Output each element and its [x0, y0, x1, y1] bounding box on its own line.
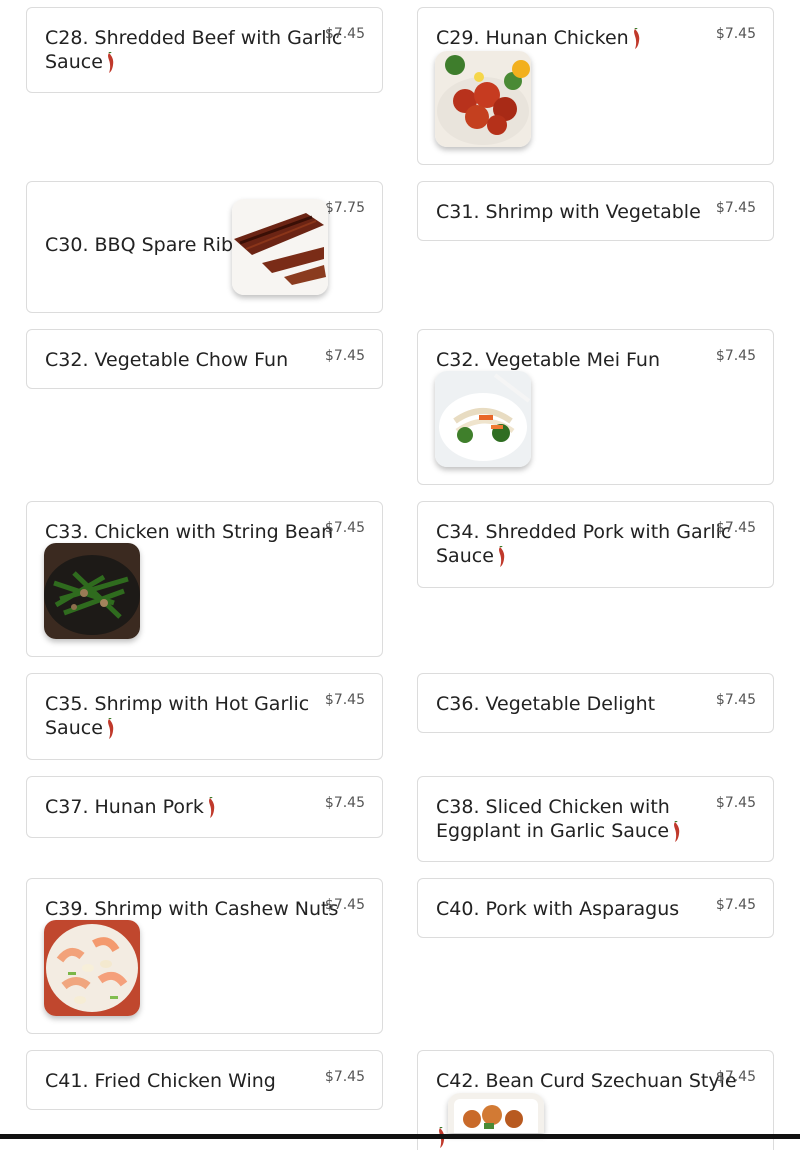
- menu-item-c39[interactable]: C39. Shrimp with Cashew Nuts $7.45: [26, 878, 383, 1034]
- item-price: $7.45: [715, 348, 756, 364]
- item-price: $7.45: [324, 520, 365, 536]
- item-price: $7.45: [715, 200, 756, 216]
- item-photo: [44, 920, 140, 1016]
- bottom-edge-bar: [0, 1134, 800, 1139]
- item-name: C28. Shredded Beef with Garlic Sauce: [45, 27, 343, 74]
- item-name: C40. Pork with Asparagus: [436, 898, 680, 920]
- item-price: $7.45: [715, 692, 756, 708]
- item-name: C30. BBQ Spare Ribs: [45, 234, 243, 256]
- menu-item-c38[interactable]: C38. Sliced Chicken with Eggplant in Garl…: [417, 776, 774, 862]
- menu-item-c32-chow-fun[interactable]: C32. Vegetable Chow Fun $7.45: [26, 329, 383, 389]
- menu-item-c34[interactable]: C34. Shredded Pork with Garlic Sauce $7.4…: [417, 501, 774, 588]
- menu-item-c32-mei-fun[interactable]: C32. Vegetable Mei Fun $7.45: [417, 329, 774, 485]
- item-name: C41. Fried Chicken Wing: [45, 1070, 276, 1092]
- item-price: $7.45: [324, 1069, 365, 1085]
- chili-pepper-icon: [106, 718, 115, 740]
- menu-item-c30[interactable]: C30. BBQ Spare Ribs $7.75: [26, 181, 383, 313]
- item-photo: [44, 543, 140, 639]
- item-price: $7.75: [324, 200, 365, 216]
- item-photo: [435, 51, 531, 147]
- menu-item-c29[interactable]: C29. Hunan Chicken $7.45: [417, 7, 774, 165]
- item-name: C33. Chicken with String Bean: [45, 521, 334, 543]
- item-price: $7.45: [324, 795, 365, 811]
- chili-pepper-icon: [672, 821, 681, 843]
- chili-pepper-icon: [632, 28, 641, 50]
- item-price: $7.45: [715, 897, 756, 913]
- menu-item-c41[interactable]: C41. Fried Chicken Wing $7.45: [26, 1050, 383, 1110]
- chili-pepper-icon: [497, 546, 506, 568]
- item-name: C35. Shrimp with Hot Garlic Sauce: [45, 693, 310, 740]
- item-name: C29. Hunan Chicken: [436, 26, 641, 50]
- item-price: $7.45: [715, 1069, 756, 1085]
- item-price: $7.45: [715, 520, 756, 536]
- item-name: C39. Shrimp with Cashew Nuts: [45, 898, 339, 920]
- item-price: $7.45: [324, 26, 365, 42]
- menu-item-c28[interactable]: C28. Shredded Beef with Garlic Sauce $7.4…: [26, 7, 383, 93]
- item-price: $7.45: [715, 26, 756, 42]
- item-name: C37. Hunan Pork: [45, 795, 216, 819]
- menu-item-c40[interactable]: C40. Pork with Asparagus $7.45: [417, 878, 774, 938]
- item-name: C32. Vegetable Chow Fun: [45, 349, 289, 371]
- item-name: C31. Shrimp with Vegetable: [436, 201, 701, 223]
- menu-item-c33[interactable]: C33. Chicken with String Bean $7.45: [26, 501, 383, 657]
- chili-pepper-icon: [207, 797, 216, 819]
- menu-item-c31[interactable]: C31. Shrimp with Vegetable $7.45: [417, 181, 774, 241]
- item-name: C36. Vegetable Delight: [436, 693, 656, 715]
- item-price: $7.45: [715, 795, 756, 811]
- item-photo: [435, 371, 531, 467]
- item-price: $7.45: [324, 348, 365, 364]
- item-name: C38. Sliced Chicken with Eggplant in Garl…: [436, 795, 681, 843]
- item-name: C42. Bean Curd Szechuan Style: [436, 1070, 737, 1092]
- menu-item-c35[interactable]: C35. Shrimp with Hot Garlic Sauce $7.45: [26, 673, 383, 760]
- menu-item-c36[interactable]: C36. Vegetable Delight $7.45: [417, 673, 774, 733]
- item-photo: [232, 199, 328, 295]
- item-price: $7.45: [324, 692, 365, 708]
- chili-pepper-icon: [106, 52, 115, 74]
- item-photo: [448, 1093, 544, 1133]
- item-name: C32. Vegetable Mei Fun: [436, 349, 661, 371]
- item-name: C34. Shredded Pork with Garlic Sauce: [436, 521, 732, 568]
- menu-item-c37[interactable]: C37. Hunan Pork $7.45: [26, 776, 383, 838]
- item-price: $7.45: [324, 897, 365, 913]
